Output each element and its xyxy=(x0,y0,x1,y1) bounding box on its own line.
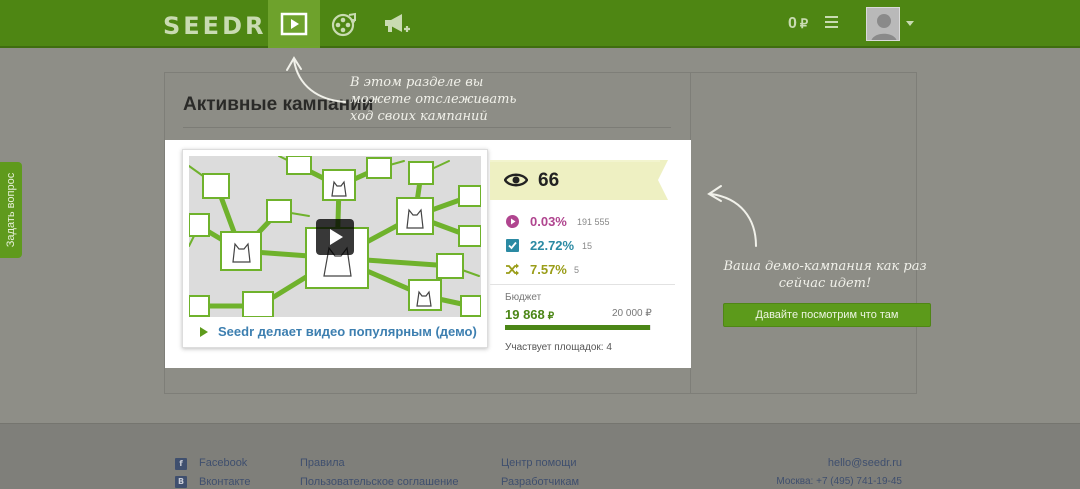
menu-icon[interactable] xyxy=(825,16,838,29)
facebook-icon: f xyxy=(175,458,187,470)
footer-link-user-agreement[interactable]: Пользовательское соглашение xyxy=(300,476,458,488)
film-reel-icon xyxy=(331,12,356,37)
play-triangle-icon xyxy=(200,327,208,337)
play-button[interactable] xyxy=(316,219,354,255)
ask-question-label: Задать вопрос xyxy=(5,172,17,248)
eye-icon xyxy=(504,173,528,187)
footer-email[interactable]: hello@seedr.ru xyxy=(828,457,902,469)
hint-campaigns-section: В этом разделе вы можете отслеживать ход… xyxy=(350,74,550,125)
footer-phone: Москва: +7 (495) 741-19-45 xyxy=(776,476,902,487)
footer: f Facebook В Вконтакте Правила Пользоват… xyxy=(0,423,1080,489)
chevron-down-icon[interactable] xyxy=(906,21,914,26)
shuffle-icon xyxy=(506,263,519,276)
budget-label: Бюджет xyxy=(505,292,542,303)
balance-currency: ₽ xyxy=(799,16,809,31)
hint-line: сейчас идет! xyxy=(778,276,872,291)
stat-count: 5 xyxy=(574,265,580,275)
budget-progress-bar xyxy=(505,325,651,330)
footer-link-help-center[interactable]: Центр помощи xyxy=(501,457,577,469)
stat-count: 191 555 xyxy=(577,217,610,227)
hint-line: В этом разделе вы xyxy=(350,75,484,90)
page-title: Активные кампании xyxy=(183,94,374,115)
hint-line: можете отслеживать xyxy=(350,92,517,107)
footer-link-developers[interactable]: Разработчикам xyxy=(501,476,579,488)
seedr-logo[interactable]: SEEDR xyxy=(163,12,266,40)
vkontakte-icon: В xyxy=(175,476,187,488)
campaign-video-title[interactable]: Seedr делает видео популярным (демо) xyxy=(218,324,477,339)
nav-tab-campaigns[interactable] xyxy=(268,0,320,48)
stats-divider xyxy=(490,284,675,285)
megaphone-plus-icon xyxy=(385,14,410,32)
view-demo-button[interactable]: Давайте посмотрим что там xyxy=(723,303,931,327)
hint-line: Ваша демо-кампания как раз xyxy=(723,259,927,274)
budget-spent-amount: 19 868 xyxy=(505,307,545,322)
nav-tab-videos[interactable] xyxy=(319,0,371,48)
balance-amount: 0 xyxy=(788,15,797,32)
footer-link-facebook[interactable]: Facebook xyxy=(199,457,247,469)
stat-percent: 22.72% xyxy=(530,238,575,253)
stat-percent: 0.03% xyxy=(530,214,567,229)
platforms-count: Участвует площадок: 4 xyxy=(505,342,612,353)
hint-line: ход своих кампаний xyxy=(350,109,488,124)
top-navbar: SEEDR 0 ₽ xyxy=(0,0,1080,48)
stat-percent: 7.57% xyxy=(530,262,567,277)
nav-tab-promote[interactable] xyxy=(371,0,423,48)
budget-spent-currency: ₽ xyxy=(547,311,555,322)
balance[interactable]: 0 ₽ xyxy=(788,15,808,33)
title-divider xyxy=(183,127,671,128)
stat-count: 15 xyxy=(582,241,593,251)
hint-demo-campaign: Ваша демо-кампания как раз сейчас идет! xyxy=(715,258,935,292)
user-silhouette-icon xyxy=(871,14,897,40)
budget-spent: 19 868 ₽ xyxy=(505,307,554,322)
ask-question-tab[interactable]: Задать вопрос xyxy=(0,162,22,258)
play-square-icon xyxy=(280,12,308,36)
play-circle-icon xyxy=(506,215,519,228)
budget-progress-fill xyxy=(505,325,650,330)
views-count: 66 xyxy=(538,170,560,191)
budget-total: 20 000 ₽ xyxy=(612,308,652,319)
footer-link-vkontakte[interactable]: Вконтакте xyxy=(199,476,250,488)
footer-link-rules[interactable]: Правила xyxy=(300,457,345,469)
checkbox-icon xyxy=(506,239,519,252)
avatar[interactable] xyxy=(866,7,900,41)
